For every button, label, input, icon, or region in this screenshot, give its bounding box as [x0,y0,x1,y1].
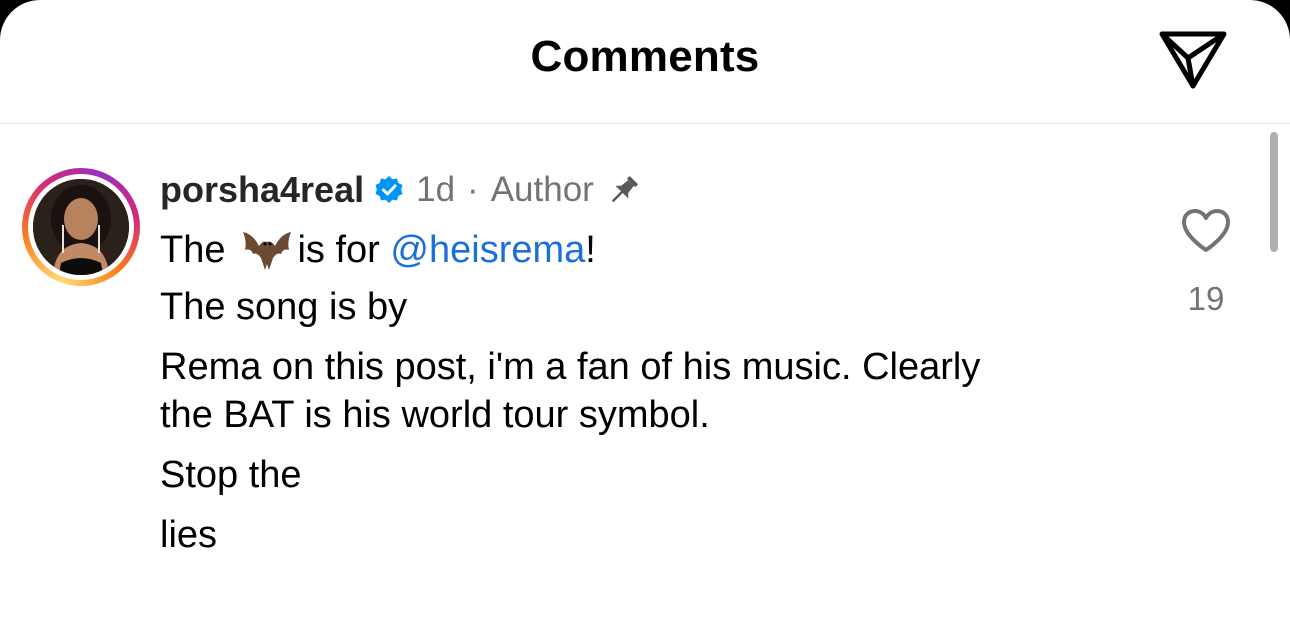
avatar[interactable] [33,179,129,275]
comment-line-4: the BAT is his world tour symbol. [160,394,710,436]
comment-time: 1d [416,170,456,209]
comment-line-3: Rema on this post, i'm a fan of his musi… [160,346,981,388]
mention-link[interactable]: @heisrema [390,229,585,271]
comments-sheet: Comments porsha4real 1d · Author The is … [0,0,1290,620]
comment-line-1: The is for @heisrema! [160,224,596,274]
pin-icon [606,172,642,208]
like-count: 19 [1187,280,1225,317]
comment-line-5: Stop the [160,454,302,496]
page-title: Comments [530,32,760,81]
heart-outline-icon [1182,209,1230,252]
paper-plane-icon [1159,31,1227,89]
like-button[interactable] [1181,208,1231,254]
meta-separator: · [467,170,479,209]
comment-text: is for [297,229,380,271]
comment-text: ! [585,229,596,271]
bat-emoji [239,224,295,274]
comment-line-6: lies [160,514,218,556]
comment-line-2: The song is by [160,286,408,328]
avatar-story-ring[interactable] [22,168,140,286]
avatar-photo [33,179,129,275]
scrollbar[interactable] [1270,132,1278,252]
comment-meta: porsha4real 1d · Author [160,168,642,212]
comment-text: The [160,229,226,271]
share-button[interactable] [1156,22,1230,92]
verified-badge-icon [374,175,404,205]
comments-header: Comments [0,0,1290,124]
author-label: Author [490,170,594,209]
username[interactable]: porsha4real [160,169,364,211]
